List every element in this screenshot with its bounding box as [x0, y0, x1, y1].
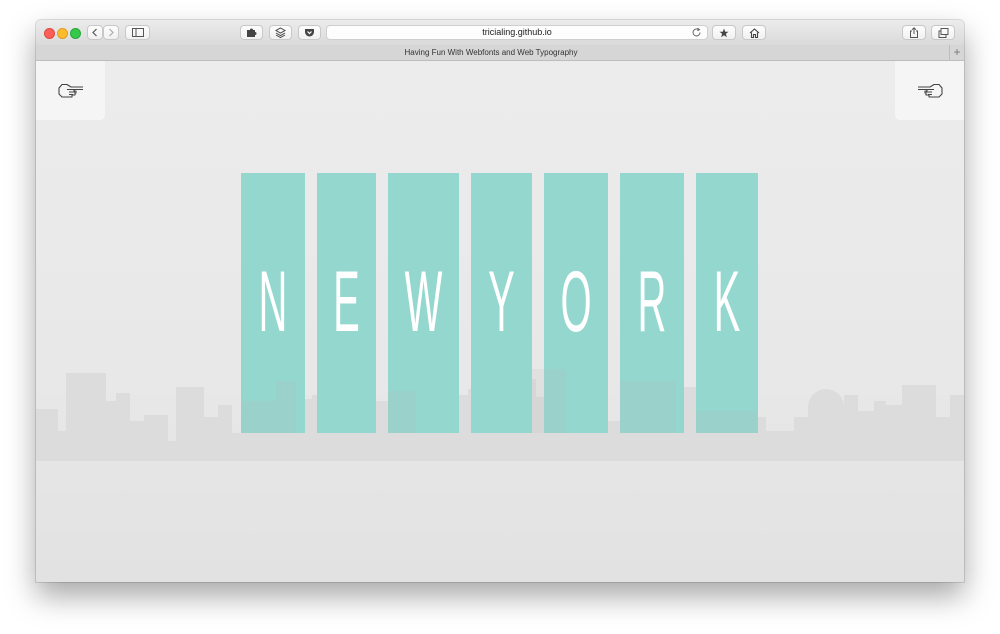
- extension-layers-button[interactable]: [269, 25, 292, 40]
- letter-w: W: [404, 255, 443, 351]
- letter-panel-k: K: [696, 173, 758, 433]
- minimize-window-button[interactable]: [57, 28, 68, 39]
- new-tab-button[interactable]: +: [949, 45, 964, 60]
- letter-o: O: [560, 255, 592, 351]
- layers-icon: [275, 27, 286, 38]
- sidebar-icon: [131, 28, 144, 37]
- address-bar[interactable]: tricialing.github.io: [326, 25, 708, 40]
- tab-bar: Having Fun With Webfonts and Web Typogra…: [36, 45, 964, 61]
- letter-panel-e: E: [317, 173, 376, 433]
- back-button[interactable]: [87, 25, 103, 40]
- chevron-left-icon: [92, 28, 97, 37]
- letter-y: Y: [488, 255, 515, 351]
- pocket-icon: [305, 28, 314, 36]
- extension-puzzle-button[interactable]: [240, 25, 263, 40]
- browser-toolbar: tricialing.github.io: [36, 20, 964, 46]
- letter-n: N: [258, 255, 288, 351]
- letter-panel-y: Y: [471, 173, 532, 433]
- home-button[interactable]: [742, 25, 766, 40]
- home-icon: [749, 27, 759, 38]
- chevron-right-icon: [109, 28, 114, 37]
- show-tabs-button[interactable]: [931, 25, 955, 40]
- reload-icon[interactable]: [691, 27, 702, 38]
- letter-panel-w: W: [388, 173, 459, 433]
- letter-e: E: [333, 255, 360, 351]
- extension-pocket-button[interactable]: [298, 25, 321, 40]
- share-icon: [910, 27, 918, 38]
- url-text: tricialing.github.io: [482, 27, 552, 37]
- previous-page-button[interactable]: [36, 61, 105, 120]
- zoom-window-button[interactable]: [70, 28, 81, 39]
- forward-button[interactable]: [103, 25, 119, 40]
- letter-r: R: [637, 255, 667, 351]
- tabs-icon: [938, 27, 948, 38]
- share-button[interactable]: [902, 25, 926, 40]
- letter-k: K: [713, 255, 741, 351]
- letter-panel-r: R: [620, 173, 684, 433]
- page-viewport: N E W Y O R K: [36, 61, 964, 582]
- close-window-button[interactable]: [44, 28, 55, 39]
- active-tab[interactable]: Having Fun With Webfonts and Web Typogra…: [36, 45, 946, 60]
- browser-window: tricialing.github.io Having Fun With Web…: [36, 20, 964, 582]
- pointing-hand-left-icon: [57, 83, 83, 98]
- star-icon: [719, 28, 729, 37]
- letter-panel-o: O: [544, 173, 608, 433]
- sidebar-button[interactable]: [125, 25, 150, 40]
- letter-panel-n: N: [241, 173, 305, 433]
- next-page-button[interactable]: [895, 61, 964, 120]
- pointing-hand-right-icon: [917, 83, 943, 98]
- puzzle-icon: [247, 28, 257, 37]
- bookmark-star-button[interactable]: [712, 25, 736, 40]
